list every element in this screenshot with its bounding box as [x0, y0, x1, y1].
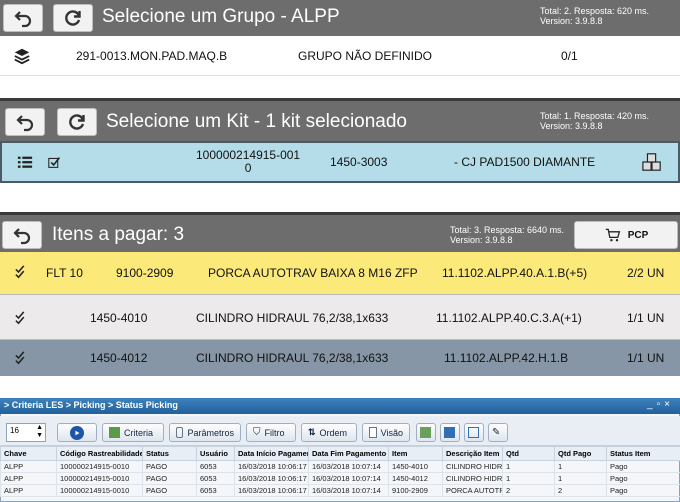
refresh-icon [65, 10, 81, 26]
item-quantity: 1/1 UN [627, 311, 665, 325]
grid-icon [109, 427, 120, 438]
page-title: Itens a pagar: 3 [52, 224, 185, 245]
kit-description: - CJ PAD1500 DIAMANTE [454, 155, 596, 169]
refresh-button[interactable] [57, 108, 97, 136]
les-title-bar: > Criteria LES > Picking > Status Pickin… [0, 398, 680, 414]
run-button[interactable] [57, 423, 97, 442]
double-check-icon [14, 264, 30, 280]
column-header[interactable]: Item [388, 446, 443, 461]
column-header[interactable]: Código Rastreabilidade [56, 446, 143, 461]
group-count: 0/1 [561, 49, 578, 63]
items-header-bar: Itens a pagar: 3 Total: 3. Resposta: 664… [0, 212, 680, 252]
print-button[interactable] [464, 423, 484, 442]
export-icon [420, 427, 431, 438]
breadcrumb: > Criteria LES > Picking > Status Pickin… [4, 400, 178, 410]
item-location: FLT 10 [46, 266, 83, 280]
table-row[interactable]: ALPP 100000214915-0010 PAGO 6053 16/03/2018 … [0, 460, 680, 473]
window-controls[interactable]: _▫× [647, 399, 674, 410]
double-check-icon [14, 310, 30, 326]
item-description: CILINDRO HIDRAUL 76,2/38,1x633 [196, 311, 389, 325]
item-position: 11.1102.ALPP.42.H.1.B [444, 351, 569, 365]
parameters-icon [176, 427, 184, 438]
item-code: 1450-4012 [90, 351, 148, 365]
save-button[interactable] [440, 423, 460, 442]
page-title: Selecione um Kit - 1 kit selecionado [106, 111, 407, 132]
item-row[interactable]: 1450-4012 CILINDRO HIDRAUL 76,2/38,1x633… [0, 340, 680, 376]
response-meta: Total: 3. Resposta: 6640 ms. Version: 3.… [450, 225, 565, 245]
item-description: PORCA AUTOTRAV BAIXA 8 M16 ZFP [208, 266, 418, 280]
parametros-button[interactable]: Parâmetros [169, 423, 241, 442]
print-icon [468, 427, 479, 438]
play-icon [70, 425, 84, 440]
column-header[interactable]: Status [142, 446, 197, 461]
kit-id: 100000214915-001 0 [196, 148, 301, 175]
undo-arrow-icon [16, 115, 34, 132]
settings-button[interactable]: ✎ [488, 423, 508, 442]
list-icon[interactable] [16, 153, 34, 171]
view-icon [369, 427, 377, 438]
item-row[interactable]: 1450-4010 CILINDRO HIDRAUL 76,2/38,1x633… [0, 294, 680, 340]
double-check-icon [14, 350, 30, 366]
sort-icon: ⇅ [308, 427, 316, 437]
item-position: 11.1102.ALPP.40.A.1.B(+5) [442, 266, 588, 280]
kit-header-bar: Selecione um Kit - 1 kit selecionado Tot… [0, 98, 680, 141]
table-header-row: Chave Código Rastreabilidade Status Usuá… [0, 446, 680, 461]
response-meta: Total: 1. Resposta: 420 ms. Version: 3.9… [540, 111, 650, 131]
export-button[interactable] [416, 423, 436, 442]
ordem-button[interactable]: ⇅ Ordem [301, 423, 357, 442]
layers-icon [12, 46, 32, 66]
refresh-button[interactable] [53, 4, 93, 32]
column-header[interactable]: Qtd Pago [554, 446, 607, 461]
pcp-button[interactable]: PCP [574, 221, 678, 249]
column-header[interactable]: Qtd [502, 446, 555, 461]
group-row[interactable]: 291-0013.MON.PAD.MAQ.B GRUPO NÃO DEFINID… [0, 36, 680, 76]
item-position: 11.1102.ALPP.40.C.3.A(+1) [436, 311, 582, 325]
undo-arrow-icon [14, 11, 32, 28]
back-button[interactable] [2, 221, 42, 249]
item-description: CILINDRO HIDRAUL 76,2/38,1x633 [196, 351, 389, 365]
column-header[interactable]: Usuário [196, 446, 235, 461]
page-size-stepper[interactable]: 16 ▲ ▼ [6, 423, 46, 442]
group-name: GRUPO NÃO DEFINIDO [298, 49, 433, 63]
check-icon[interactable] [46, 153, 62, 171]
table-row[interactable]: ALPP 100000214915-0010 PAGO 6053 16/03/2018 … [0, 472, 680, 485]
undo-arrow-icon [13, 228, 31, 245]
status-picking-table: Chave Código Rastreabilidade Status Usuá… [0, 446, 680, 497]
item-quantity: 1/1 UN [627, 351, 665, 365]
column-header[interactable]: Chave [0, 446, 57, 461]
table-row[interactable]: ALPP 100000214915-0010 PAGO 6053 16/03/2018 … [0, 484, 680, 497]
filtro-button[interactable]: ⛉ Filtro [246, 423, 296, 442]
visao-button[interactable]: Visão [362, 423, 410, 442]
item-code: 9100-2909 [116, 266, 174, 280]
stepper-arrows-icon[interactable]: ▲ ▼ [36, 424, 43, 440]
column-header[interactable]: Status Item [606, 446, 680, 461]
response-meta: Total: 2. Resposta: 620 ms. Version: 3.9… [540, 6, 650, 26]
back-button[interactable] [3, 4, 43, 32]
wrench-icon: ✎ [492, 427, 501, 438]
back-button[interactable] [5, 108, 45, 136]
criteria-button[interactable]: Criteria [102, 423, 164, 442]
kit-row[interactable]: 100000214915-001 0 1450-3003 - CJ PAD150… [0, 141, 680, 183]
cart-icon [605, 228, 620, 242]
save-icon [444, 427, 455, 438]
group-code: 291-0013.MON.PAD.MAQ.B [76, 49, 228, 63]
item-code: 1450-4010 [90, 311, 148, 325]
column-header[interactable]: Data Fim Pagamento [308, 446, 389, 461]
item-quantity: 2/2 UN [627, 266, 665, 280]
pcp-label: PCP [627, 229, 649, 241]
item-row[interactable]: FLT 10 9100-2909 PORCA AUTOTRAV BAIXA 8 … [0, 252, 680, 294]
refresh-icon [69, 114, 85, 130]
page-title: Selecione um Grupo - ALPP [102, 6, 340, 27]
column-header[interactable]: Data Início Pagamento [234, 446, 309, 461]
kit-code: 1450-3003 [330, 155, 388, 169]
group-header-bar: Selecione um Grupo - ALPP Total: 2. Resp… [0, 0, 680, 36]
filter-icon: ⛉ [253, 427, 261, 438]
column-header[interactable]: Descrição Item [442, 446, 503, 461]
boxes-icon[interactable] [640, 151, 664, 173]
